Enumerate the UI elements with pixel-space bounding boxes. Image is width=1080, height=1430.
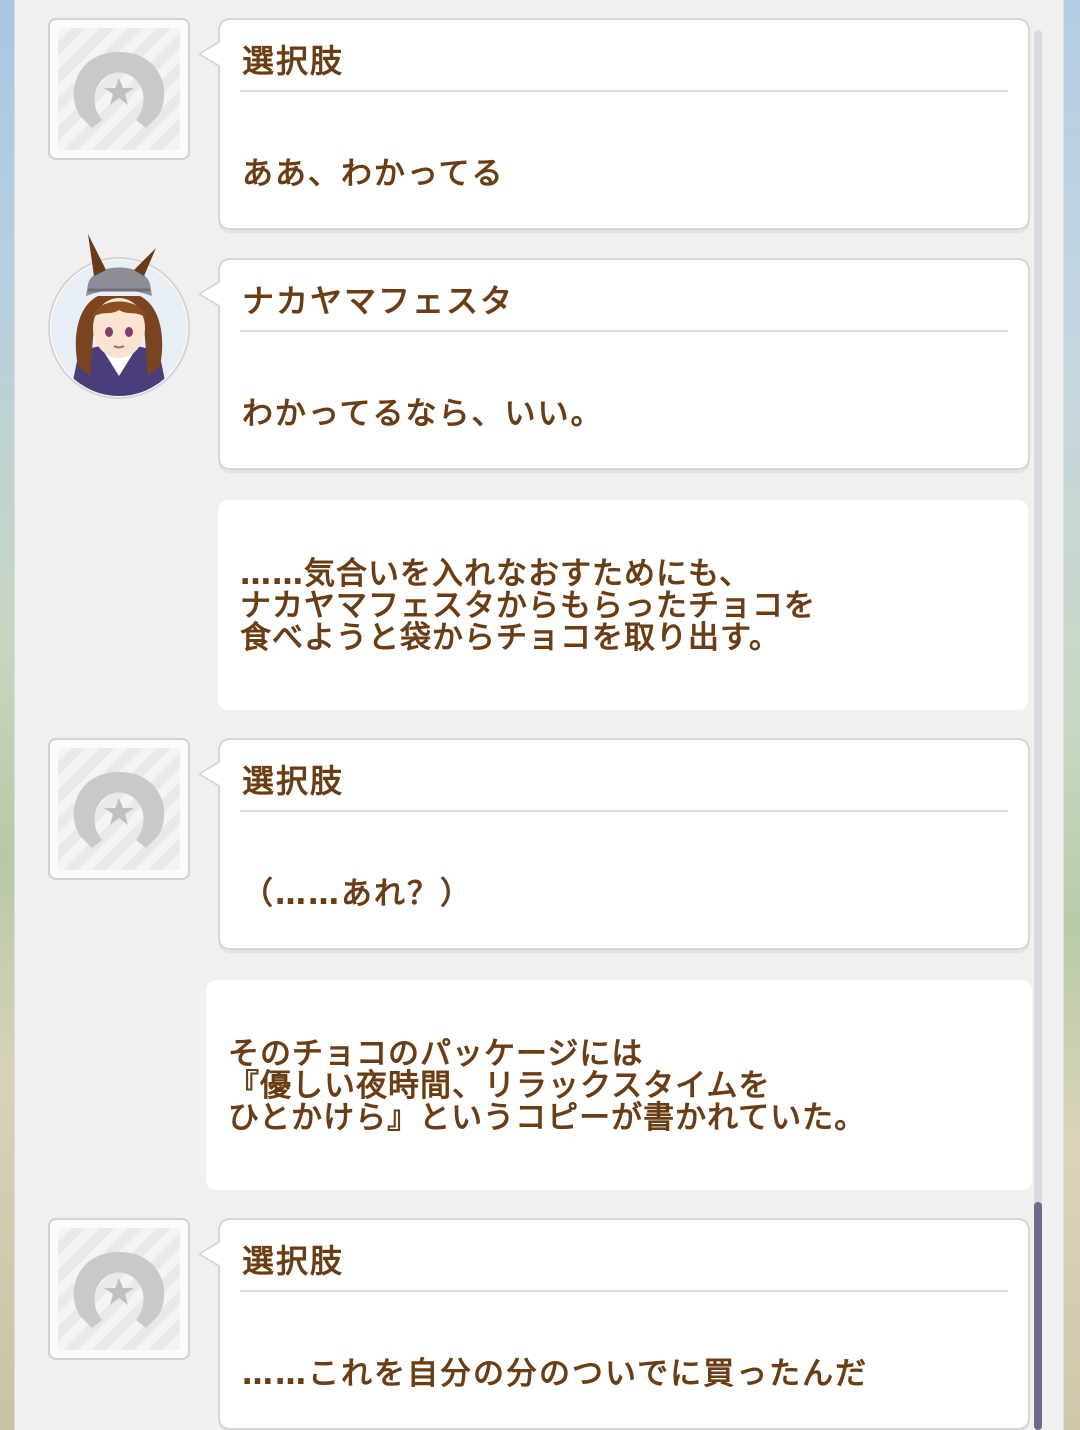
speaker-name: 選択肢 [242, 42, 345, 80]
message-bubble: 選択肢 ……これを自分の分のついでに買ったんだ [198, 1218, 1030, 1430]
message-bubble: 選択肢 ああ、わかってる [198, 18, 1030, 230]
narration-line: ナカヤマフェスタからもらったチョコを [240, 588, 816, 624]
divider [240, 90, 1008, 92]
narration-line: 『優しい夜時間、リラックスタイムを [228, 1068, 771, 1104]
character-avatar [48, 234, 190, 399]
divider [240, 330, 1008, 332]
narration-line: そのチョコのパッケージには [228, 1036, 644, 1072]
narration-line: ……気合いを入れなおすためにも、 [240, 556, 752, 592]
speaker-name: ナカヤマフェスタ [242, 282, 515, 320]
divider [240, 810, 1008, 812]
scrollbar-thumb[interactable] [1034, 1202, 1042, 1430]
horseshoe-icon [48, 1218, 190, 1360]
narration-line: ひとかけら』というコピーが書かれていた。 [228, 1100, 867, 1136]
message-text: （……あれ？） [242, 876, 473, 912]
message-text: わかってるなら、いい。 [242, 396, 604, 432]
horseshoe-icon [48, 18, 190, 160]
message-bubble: 選択肢 （……あれ？） [198, 738, 1030, 950]
narration-box: ……気合いを入れなおすためにも、 ナカヤマフェスタからもらったチョコを 食べよう… [218, 500, 1028, 710]
divider [240, 1290, 1008, 1292]
horseshoe-icon [48, 738, 190, 880]
message-bubble: ナカヤマフェスタ わかってるなら、いい。 [198, 258, 1030, 470]
speaker-name: 選択肢 [242, 1242, 345, 1280]
narration-box: そのチョコのパッケージには 『優しい夜時間、リラックスタイムを ひとかけら』とい… [206, 980, 1032, 1190]
message-text: ああ、わかってる [242, 156, 505, 192]
background-right [1064, 0, 1080, 1430]
narration-line: 食べようと袋からチョコを取り出す。 [240, 620, 781, 656]
message-text: ……これを自分の分のついでに買ったんだ [242, 1356, 869, 1392]
background-left [0, 0, 14, 1430]
speaker-name: 選択肢 [242, 762, 345, 800]
